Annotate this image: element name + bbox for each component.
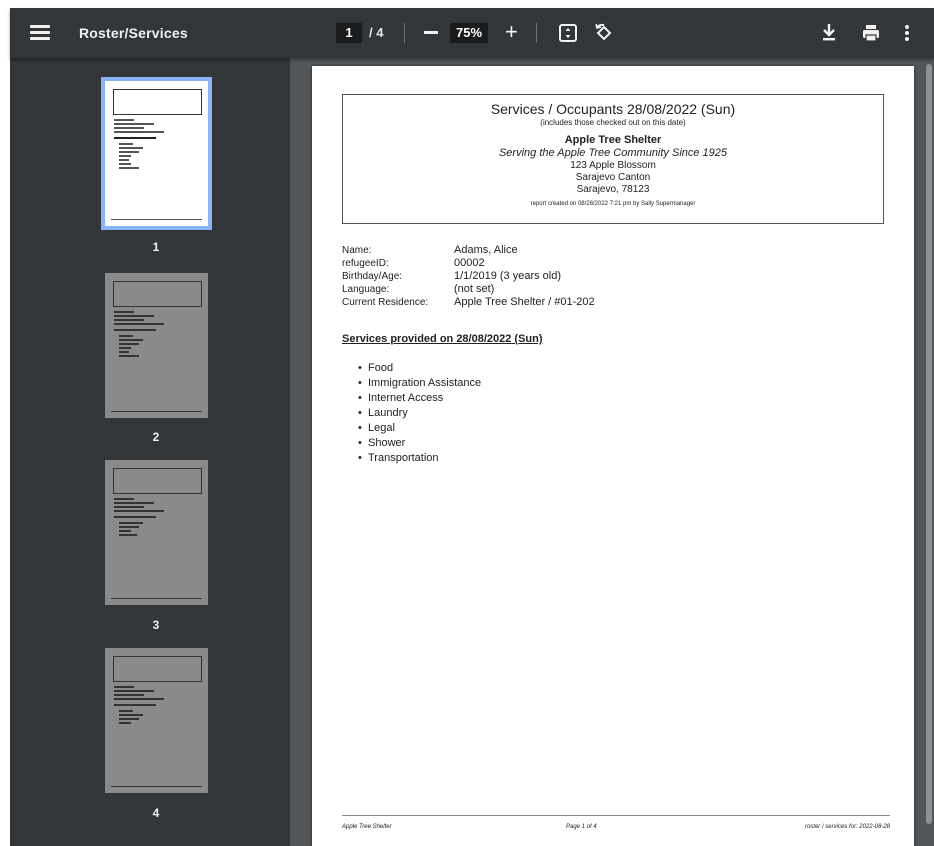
list-item: Immigration Assistance	[368, 376, 481, 391]
zoom-out-button[interactable]	[424, 31, 438, 34]
page-thumbnail-3[interactable]	[105, 460, 208, 605]
field-value: 1/1/2019 (3 years old)	[454, 270, 562, 282]
footer-right: roster / services for: 2022-08-28	[804, 824, 890, 830]
thumbnail-sidebar: 1 2 3 4	[10, 58, 290, 846]
occupant-info: Name: Adams, Alice refugeeID: 00002 Birt…	[342, 244, 595, 309]
thumbnail-label: 3	[152, 618, 160, 632]
toolbar-divider	[404, 23, 405, 43]
footer-divider	[342, 815, 890, 816]
services-heading: Services provided on 28/08/2022 (Sun)	[342, 333, 543, 345]
page-number-input[interactable]: 1	[336, 23, 362, 43]
document-title: Roster/Services	[79, 25, 188, 41]
info-row: Language: (not set)	[342, 283, 595, 296]
list-item: Food	[368, 361, 481, 376]
browser-top-strip	[0, 0, 934, 8]
report-header: Services / Occupants 28/08/2022 (Sun) (i…	[342, 94, 884, 224]
download-icon[interactable]	[820, 22, 838, 42]
list-item: Shower	[368, 436, 481, 451]
address-line-3: Sarajevo, 78123	[576, 184, 650, 195]
field-value: Adams, Alice	[454, 244, 518, 256]
thumbnail-image	[105, 81, 208, 226]
vertical-scrollbar[interactable]	[926, 64, 932, 824]
zoom-in-button[interactable]: +	[505, 20, 518, 44]
thumbnail-label: 2	[152, 430, 160, 444]
page-thumbnail-4[interactable]	[105, 648, 208, 793]
print-icon[interactable]	[861, 23, 881, 43]
shelter-tagline: Serving the Apple Tree Community Since 1…	[498, 147, 728, 159]
field-value: Apple Tree Shelter / #01-202	[454, 296, 595, 308]
info-row: Name: Adams, Alice	[342, 244, 595, 257]
more-options-icon[interactable]	[904, 23, 910, 43]
menu-icon[interactable]	[30, 22, 50, 44]
services-list: Food Immigration Assistance Internet Acc…	[368, 361, 481, 466]
shelter-name: Apple Tree Shelter	[564, 134, 662, 146]
field-value: 00002	[454, 257, 485, 269]
report-created-note: report created on 08/28/2022 7:21 pm by …	[530, 201, 696, 207]
thumbnail-image	[105, 273, 208, 418]
address-line-1: 123 Apple Blossom	[570, 160, 656, 171]
rotate-icon[interactable]	[593, 23, 615, 45]
page-total: / 4	[369, 25, 384, 40]
info-row: Current Residence: Apple Tree Shelter / …	[342, 296, 595, 309]
list-item: Laundry	[368, 406, 481, 421]
footer-page-number: Page 1 of 4	[566, 824, 597, 830]
field-label: Language:	[342, 284, 390, 295]
pdf-page: Services / Occupants 28/08/2022 (Sun) (i…	[312, 66, 914, 846]
list-item: Transportation	[368, 451, 481, 466]
info-row: Birthday/Age: 1/1/2019 (3 years old)	[342, 270, 595, 283]
field-label: Name:	[342, 245, 372, 256]
thumbnail-image	[105, 648, 208, 793]
list-item: Internet Access	[368, 391, 481, 406]
address-line-2: Sarajevo Canton	[575, 172, 651, 183]
field-value: (not set)	[454, 283, 495, 295]
page-thumbnail-1[interactable]	[101, 77, 212, 230]
fit-to-page-icon[interactable]	[558, 23, 578, 43]
field-label: Current Residence:	[342, 297, 429, 308]
document-area[interactable]: Services / Occupants 28/08/2022 (Sun) (i…	[290, 58, 934, 846]
footer-left: Apple Tree Shelter	[342, 824, 392, 830]
toolbar-divider	[536, 23, 537, 43]
info-row: refugeeID: 00002	[342, 257, 595, 270]
thumbnail-label: 4	[152, 806, 160, 820]
list-item: Legal	[368, 421, 481, 436]
pdf-toolbar: Roster/Services 1 / 4 75% +	[10, 8, 934, 58]
field-label: refugeeID:	[342, 258, 389, 269]
thumbnail-label: 1	[152, 240, 160, 254]
report-title: Services / Occupants 28/08/2022 (Sun)	[490, 101, 736, 117]
zoom-level-input[interactable]: 75%	[450, 23, 488, 43]
page-thumbnail-2[interactable]	[105, 273, 208, 418]
pdf-viewer: Roster/Services 1 / 4 75% + 1 2 3 4 Serv…	[10, 8, 934, 846]
thumbnail-image	[105, 460, 208, 605]
report-subtitle: (includes those checked out on this date…	[540, 118, 686, 127]
field-label: Birthday/Age:	[342, 271, 403, 282]
